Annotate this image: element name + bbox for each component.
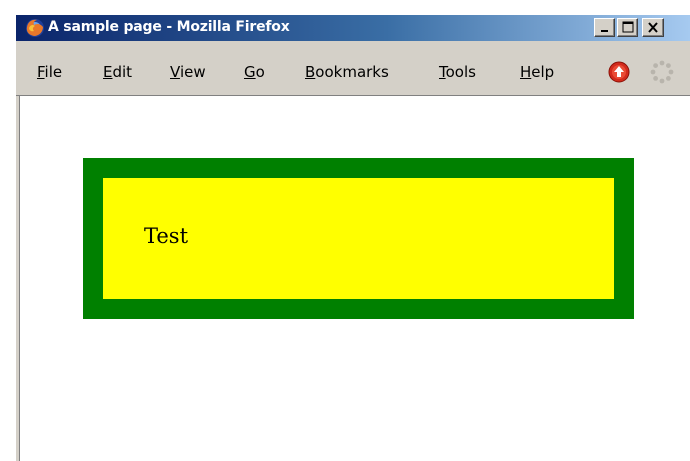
menu-tools[interactable]: Tools [439, 63, 476, 81]
menu-edit[interactable]: Edit [103, 63, 132, 81]
menu-help-accel: H [520, 63, 532, 81]
menu-view-label: iew [179, 63, 206, 81]
menu-help-label: elp [531, 63, 555, 81]
firefox-icon [26, 19, 44, 37]
maximize-icon [622, 21, 634, 33]
stop-icon[interactable] [608, 61, 630, 83]
minimize-button[interactable] [594, 18, 615, 37]
menu-tools-label: ools [445, 63, 476, 81]
menu-file-label: ile [44, 63, 63, 81]
menu-bar: File Edit View Go Bookmarks Tools Help [16, 41, 690, 96]
menu-go-label: o [255, 63, 265, 81]
throbber-icon [650, 60, 674, 84]
window-left-border [16, 96, 20, 461]
window-title: A sample page - Mozilla Firefox [48, 19, 290, 35]
close-icon [648, 22, 658, 33]
page-text: Test [144, 224, 189, 248]
title-bar[interactable]: A sample page - Mozilla Firefox [16, 15, 690, 41]
menu-bookmarks[interactable]: Bookmarks [305, 63, 389, 81]
menu-tools-accel: T [439, 63, 446, 81]
minimize-icon [601, 30, 608, 32]
menu-view[interactable]: View [170, 63, 206, 81]
menu-bookmarks-label: ookmarks [315, 63, 389, 81]
menu-file[interactable]: File [37, 63, 62, 81]
menu-view-accel: V [170, 63, 180, 81]
close-button[interactable] [642, 18, 664, 37]
menu-go[interactable]: Go [244, 63, 265, 81]
menu-file-accel: F [37, 63, 45, 81]
menu-help[interactable]: Help [520, 63, 554, 81]
menu-edit-label: dit [112, 63, 133, 81]
menu-bookmarks-accel: B [305, 63, 316, 81]
maximize-button[interactable] [617, 18, 638, 37]
menu-go-accel: G [244, 63, 256, 81]
